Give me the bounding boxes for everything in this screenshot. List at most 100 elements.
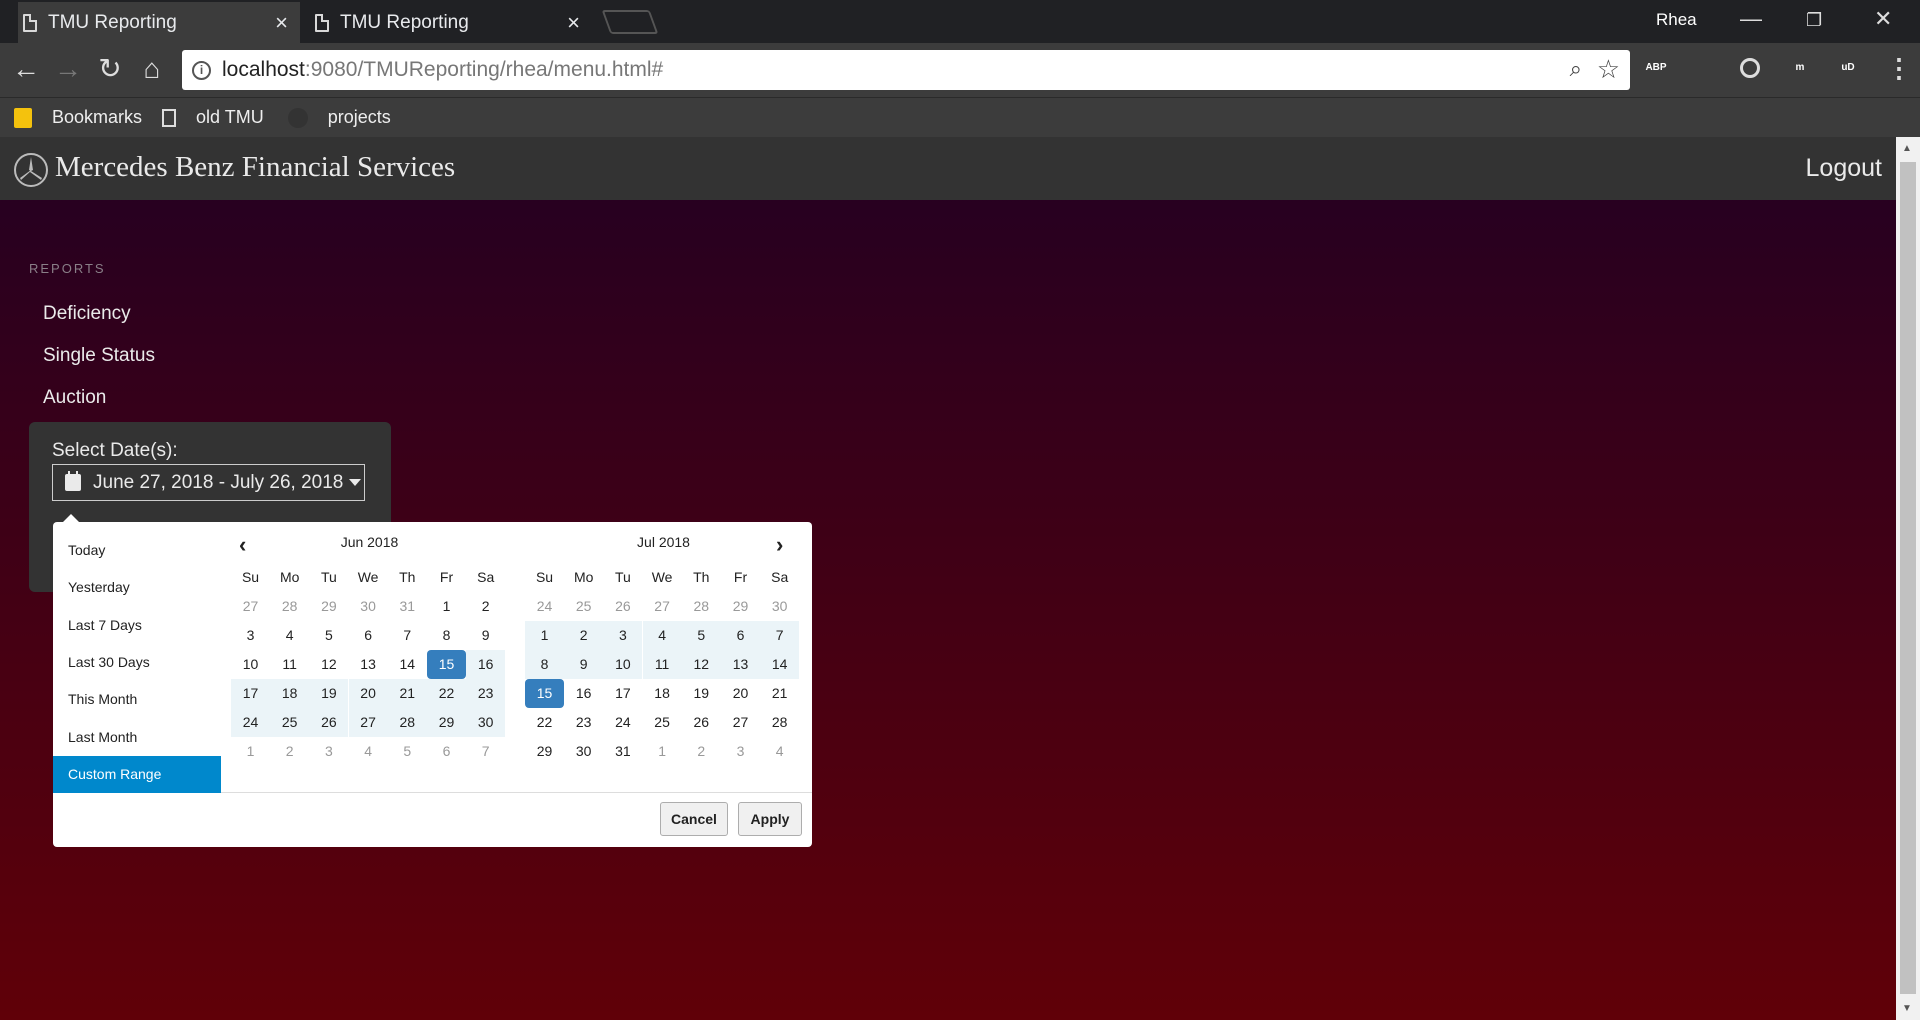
calendar-day[interactable]: 13: [721, 650, 760, 679]
calendar-day[interactable]: 24: [231, 708, 270, 737]
calendar-day[interactable]: 18: [643, 679, 682, 708]
calendar-day[interactable]: 24: [603, 708, 642, 737]
calendar-day[interactable]: 24: [525, 592, 564, 621]
close-window-icon[interactable]: ✕: [1874, 6, 1892, 32]
zoom-icon[interactable]: ⌕: [1570, 56, 1582, 82]
calendar-day[interactable]: 3: [603, 621, 643, 650]
calendar-day[interactable]: 28: [682, 592, 721, 621]
calendar-day[interactable]: 1: [427, 592, 466, 621]
calendar-day[interactable]: 21: [760, 679, 799, 708]
calendar-day[interactable]: 29: [525, 737, 564, 766]
browser-menu-icon[interactable]: ⋮: [1886, 53, 1912, 84]
calendar-day[interactable]: 28: [270, 592, 309, 621]
range-option[interactable]: Last Month: [53, 719, 221, 756]
calendar-day[interactable]: 2: [682, 737, 721, 766]
calendar-day[interactable]: 18: [270, 679, 310, 708]
calendar-day[interactable]: 14: [388, 650, 427, 679]
calendar-day[interactable]: 6: [349, 621, 388, 650]
blue-extension-icon[interactable]: [1692, 56, 1716, 80]
calendar-day[interactable]: 27: [348, 708, 388, 737]
calendar-day[interactable]: 19: [309, 679, 349, 708]
date-range-button[interactable]: June 27, 2018 - July 26, 2018: [52, 464, 365, 501]
calendar-day[interactable]: 2: [270, 737, 309, 766]
calendar-day[interactable]: 3: [231, 621, 270, 650]
calendar-day[interactable]: 1: [643, 737, 682, 766]
calendar-day[interactable]: 5: [681, 621, 721, 650]
circle-extension-icon[interactable]: [1740, 58, 1760, 78]
profile-name[interactable]: Rhea: [1656, 10, 1697, 30]
calendar-day[interactable]: 12: [309, 650, 348, 679]
back-icon[interactable]: ←: [9, 52, 43, 86]
teal-extension-icon[interactable]: m: [1788, 56, 1812, 80]
range-option[interactable]: This Month: [53, 681, 221, 718]
calendar-day[interactable]: 7: [388, 621, 427, 650]
calendar-day[interactable]: 1: [231, 737, 270, 766]
calendar-day[interactable]: 3: [309, 737, 348, 766]
bookmark-bookmarks[interactable]: Bookmarks: [14, 107, 142, 128]
calendar-day[interactable]: 11: [642, 650, 682, 679]
calendar-day[interactable]: 30: [760, 592, 799, 621]
apply-button[interactable]: Apply: [738, 802, 802, 836]
calendar-day[interactable]: 10: [603, 650, 643, 679]
calendar-day[interactable]: 25: [270, 708, 310, 737]
reload-icon[interactable]: ↻: [93, 52, 127, 86]
calendar-day[interactable]: 21: [387, 679, 427, 708]
new-tab-button[interactable]: [601, 10, 659, 34]
calendar-day[interactable]: 17: [231, 679, 270, 708]
adblock-plus-icon[interactable]: ABP: [1644, 56, 1668, 80]
scrollbar-thumb[interactable]: [1900, 162, 1916, 994]
range-option[interactable]: Custom Range: [53, 755, 221, 793]
calendar-day[interactable]: 23: [466, 679, 506, 708]
calendar-day[interactable]: 27: [643, 592, 682, 621]
minimize-icon[interactable]: —: [1740, 6, 1762, 32]
calendar-day[interactable]: 30: [466, 708, 506, 737]
calendar-day[interactable]: 4: [760, 737, 799, 766]
bookmark-projects[interactable]: projects: [278, 107, 391, 128]
ublock-icon[interactable]: uD: [1836, 56, 1860, 80]
range-option[interactable]: Today: [53, 532, 221, 569]
calendar-day[interactable]: 27: [231, 592, 270, 621]
calendar-day[interactable]: 5: [309, 621, 348, 650]
calendar-day[interactable]: 31: [388, 592, 427, 621]
calendar-day[interactable]: 16: [466, 650, 506, 679]
calendar-day[interactable]: 26: [682, 708, 721, 737]
calendar-day[interactable]: 12: [681, 650, 721, 679]
calendar-day[interactable]: 9: [466, 621, 505, 650]
calendar-day[interactable]: 15: [427, 650, 466, 679]
url-text[interactable]: localhost:9080/TMUReporting/rhea/menu.ht…: [222, 58, 663, 82]
calendar-day[interactable]: 25: [564, 592, 603, 621]
calendar-day[interactable]: 27: [721, 708, 760, 737]
calendar-day[interactable]: 1: [525, 621, 564, 650]
home-icon[interactable]: ⌂: [135, 52, 169, 86]
nav-auction[interactable]: Auction: [43, 387, 106, 409]
calendar-day[interactable]: 13: [349, 650, 388, 679]
calendar-day[interactable]: 29: [427, 708, 466, 737]
browser-tab[interactable]: TMU Reporting ×: [310, 2, 592, 43]
calendar-day[interactable]: 30: [564, 737, 603, 766]
range-option[interactable]: Last 7 Days: [53, 607, 221, 644]
calendar-day[interactable]: 3: [721, 737, 760, 766]
calendar-day[interactable]: 2: [564, 621, 604, 650]
calendar-day[interactable]: 6: [721, 621, 760, 650]
bookmark-old-tmu[interactable]: old TMU: [156, 107, 264, 128]
calendar-day[interactable]: 4: [270, 621, 309, 650]
calendar-day[interactable]: 30: [349, 592, 388, 621]
cancel-button[interactable]: Cancel: [660, 802, 728, 836]
calendar-day[interactable]: 8: [525, 650, 564, 679]
address-bar[interactable]: i localhost:9080/TMUReporting/rhea/menu.…: [182, 50, 1630, 90]
scroll-down-icon[interactable]: ▼: [1902, 1003, 1912, 1014]
calendar-day[interactable]: 16: [564, 679, 603, 708]
info-icon[interactable]: i: [192, 61, 211, 80]
calendar-day[interactable]: 7: [760, 621, 800, 650]
page-scrollbar[interactable]: ▲ ▼: [1896, 137, 1920, 1020]
logout-link[interactable]: Logout: [1806, 154, 1882, 183]
calendar-day[interactable]: 29: [721, 592, 760, 621]
calendar-day[interactable]: 20: [348, 679, 388, 708]
calendar-day[interactable]: 29: [309, 592, 348, 621]
calendar-day[interactable]: 28: [760, 708, 799, 737]
calendar-day[interactable]: 17: [603, 679, 642, 708]
calendar-day[interactable]: 22: [427, 679, 466, 708]
nav-deficiency[interactable]: Deficiency: [43, 303, 131, 325]
calendar-day[interactable]: 7: [466, 737, 505, 766]
calendar-day[interactable]: 14: [760, 650, 800, 679]
